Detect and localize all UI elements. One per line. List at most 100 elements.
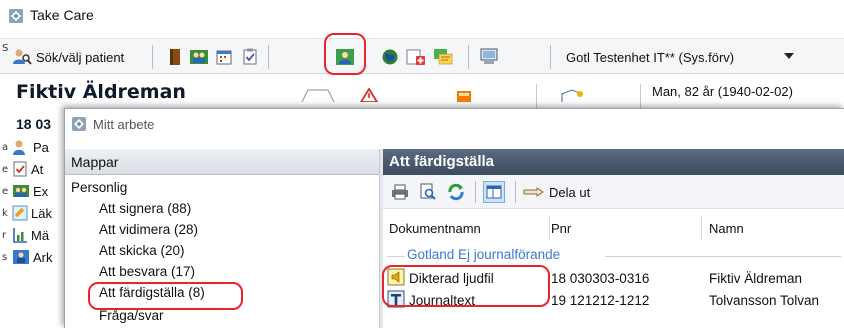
dela-ut-button[interactable]: Dela ut — [523, 181, 590, 203]
side-menu-item-attest[interactable]: e At — [0, 158, 64, 180]
cell-name: Fiktiv Äldreman — [709, 271, 803, 286]
pane-toolbar-separator — [475, 181, 476, 203]
side-menu-item-patient[interactable]: a Pa — [0, 136, 64, 158]
envelope-icon[interactable] — [560, 88, 584, 105]
refresh-button[interactable] — [445, 181, 467, 203]
take-care-logo-icon — [8, 8, 24, 27]
globe-button[interactable] — [379, 46, 401, 68]
toolbar-separator — [268, 45, 269, 69]
cell-pnr: 18 030303-0316 — [551, 271, 650, 286]
toolbar-separator — [550, 45, 551, 69]
my-work-dialog: Mitt arbete Mappar Personlig Att signera… — [64, 108, 844, 328]
group-line — [605, 256, 841, 257]
folder-group-personlig[interactable]: Personlig — [71, 180, 127, 200]
patient-group-button[interactable] — [188, 46, 210, 68]
cell-doc: Dikterad ljudfil — [409, 271, 494, 286]
edge-char: e — [2, 163, 9, 175]
group-icon — [13, 185, 29, 197]
dialog-title-bar: Mitt arbete — [65, 109, 844, 141]
column-divider — [701, 215, 702, 241]
print-button[interactable] — [389, 181, 411, 203]
chevron-down-icon[interactable] — [784, 53, 794, 59]
message-icon — [434, 49, 453, 65]
folder-item-att-signera[interactable]: Att signera (88) — [99, 201, 191, 221]
toolbar-separator — [468, 45, 469, 69]
edge-char: s — [2, 251, 8, 263]
edge-char: r — [2, 229, 7, 241]
checklist-button[interactable] — [239, 46, 261, 68]
cell-doc: Journaltext — [409, 293, 476, 308]
take-care-logo-icon — [71, 116, 87, 135]
search-patient-button[interactable]: Sök/välj patient — [12, 46, 124, 68]
toolbar-edge-char: S — [2, 43, 9, 54]
refresh-icon — [448, 183, 464, 201]
dela-ut-label: Dela ut — [549, 184, 591, 200]
book-icon — [170, 49, 180, 65]
printer-icon — [392, 184, 408, 200]
computer-button[interactable] — [478, 46, 500, 68]
table-group-row[interactable]: Gotland Ej journalförande — [383, 245, 844, 265]
app-title-bar: Take Care — [0, 0, 844, 30]
calendar-button[interactable] — [213, 46, 235, 68]
folder-item-att-skicka[interactable]: Att skicka (20) — [99, 243, 185, 263]
side-menu-label: Mä — [31, 227, 50, 243]
checklist-icon — [13, 161, 27, 177]
medication-icon — [12, 205, 28, 221]
side-menu-label: Ex — [33, 183, 49, 199]
folders-tree: Personlig Att signera (88) Att vidimera … — [65, 176, 379, 328]
hand-pointer-icon — [523, 187, 544, 197]
measurement-icon — [13, 228, 27, 243]
globe-icon — [382, 49, 398, 65]
pane-toolbar: Dela ut — [383, 175, 844, 209]
preview-icon — [420, 183, 436, 200]
audio-file-icon — [387, 268, 405, 289]
side-menu-label: Pa — [33, 139, 49, 155]
pane-toolbar-separator — [515, 181, 516, 203]
unit-select-value: Gotl Testenhet IT** (Sys.förv) — [566, 49, 735, 65]
care-plan-icon[interactable] — [300, 88, 336, 105]
journal-tag-icon[interactable] — [455, 88, 473, 105]
folder-item-fraga-svar[interactable]: Fråga/svar — [99, 308, 164, 328]
folder-item-att-vidimera[interactable]: Att vidimera (28) — [99, 222, 198, 242]
group-label: Gotland Ej journalförande — [407, 247, 561, 262]
archive-icon — [13, 250, 29, 264]
cell-pnr: 19 121212-1212 — [551, 293, 650, 308]
folder-item-att-fardigstalla[interactable]: Att färdigställa (8) — [99, 285, 205, 305]
edge-char: a — [2, 141, 9, 153]
my-work-button[interactable] — [334, 46, 356, 68]
warning-icon[interactable] — [359, 87, 379, 105]
main-side-menu: a Pa e At e Ex k Läk r Mä s Ark — [0, 78, 64, 328]
edge-char: e — [2, 185, 9, 197]
app-title: Take Care — [30, 7, 94, 23]
pane-title: Att färdigställa — [383, 149, 844, 175]
search-patient-icon — [13, 49, 32, 65]
cell-name: Tolvansson Tolvan — [709, 293, 820, 308]
text-document-icon — [387, 290, 405, 311]
message-button[interactable] — [432, 46, 454, 68]
unit-select[interactable]: Gotl Testenhet IT** (Sys.förv) — [558, 45, 808, 69]
computer-icon — [480, 48, 498, 64]
side-menu-item-external[interactable]: e Ex — [0, 180, 64, 202]
preview-pane-toggle[interactable] — [483, 181, 505, 203]
column-header-doc[interactable]: Dokumentnamn — [389, 221, 481, 236]
medical-record-icon — [406, 49, 425, 65]
side-menu-item-archive[interactable]: s Ark — [0, 246, 64, 268]
search-patient-label: Sök/välj patient — [36, 49, 125, 65]
toolbar-separator — [152, 45, 153, 69]
document-pane: Att färdigställa Dela ut Dokumentnamn Pn… — [383, 149, 844, 328]
column-header-name[interactable]: Namn — [709, 221, 744, 236]
table-row[interactable]: Dikterad ljudfil 18 030303-0316 Fiktiv Ä… — [383, 267, 844, 289]
side-menu-item-measurements[interactable]: r Mä — [0, 224, 64, 246]
preview-button[interactable] — [417, 181, 439, 203]
patient-info: Man, 82 år (1940-02-02) — [652, 84, 793, 99]
side-menu-label: Läk — [31, 205, 52, 221]
table-row[interactable]: Journaltext 19 121212-1212 Tolvansson To… — [383, 289, 844, 311]
journal-book-button[interactable] — [164, 46, 186, 68]
side-menu-item-medication[interactable]: k Läk — [0, 202, 64, 224]
edge-char: k — [2, 207, 8, 219]
person-work-icon — [336, 49, 354, 65]
calendar-icon — [216, 50, 232, 65]
column-header-pnr[interactable]: Pnr — [551, 221, 571, 236]
medical-record-button[interactable] — [405, 46, 427, 68]
folder-item-att-besvara[interactable]: Att besvara (17) — [99, 264, 195, 284]
